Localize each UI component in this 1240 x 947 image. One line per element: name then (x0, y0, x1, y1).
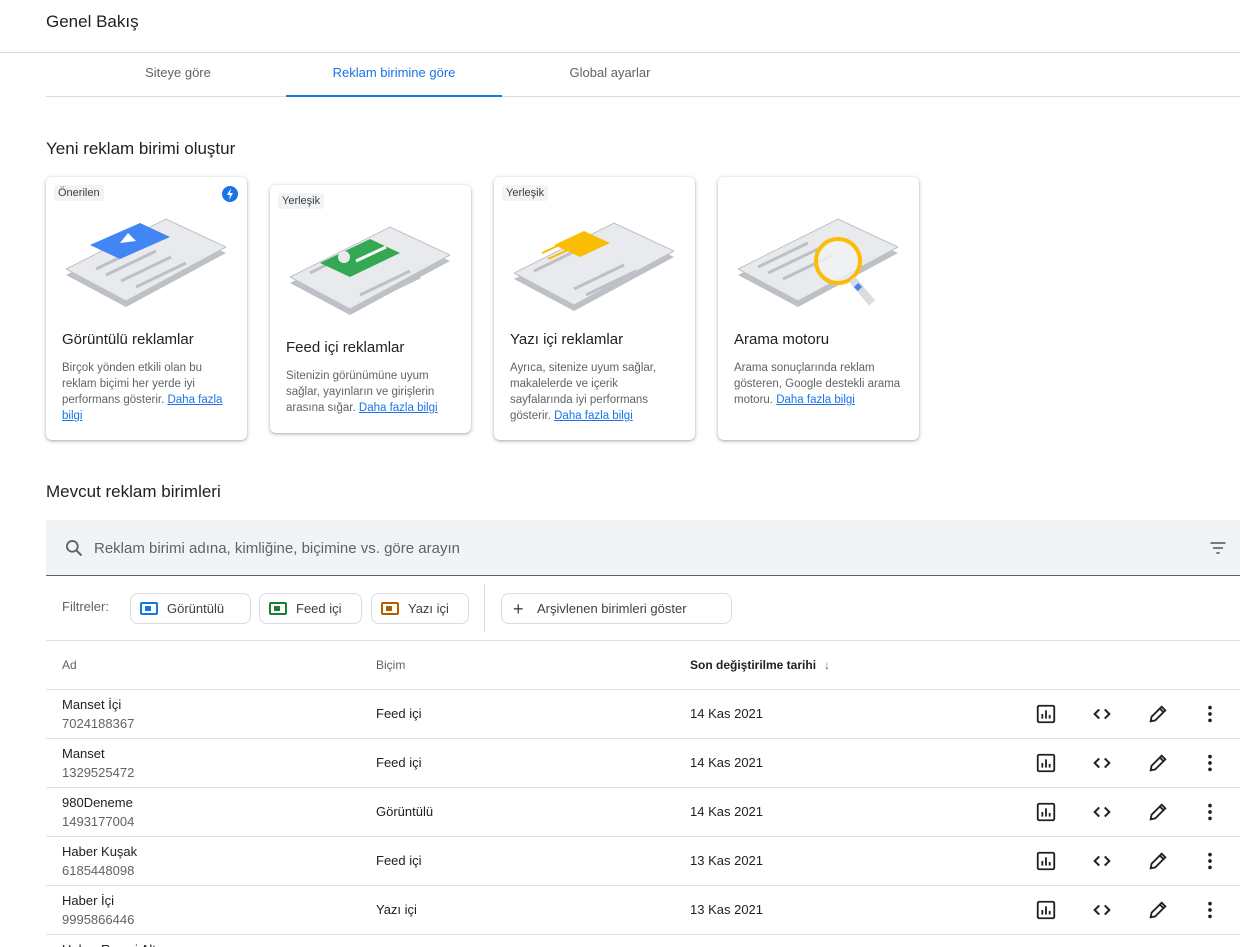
ad-unit-date: 14 Kas 2021 (690, 706, 764, 721)
in-feed-ads-card[interactable]: Yerleşik Feed içi reklamlar Sitenizin gö… (270, 185, 471, 433)
display-ad-illustration-icon (66, 218, 226, 307)
report-icon[interactable] (1035, 899, 1057, 921)
card-description: Sitenizin görünümüne uyum sağlar, yayınl… (286, 370, 438, 414)
edit-icon[interactable] (1147, 801, 1169, 823)
code-icon[interactable] (1091, 703, 1113, 725)
in-feed-format-icon (269, 602, 287, 615)
column-header-date[interactable]: Son değiştirilme tarihi ↓ (690, 658, 830, 672)
filter-chip-in-article[interactable]: Yazı içi (371, 593, 469, 624)
ad-unit-name[interactable]: Haber Kuşak (62, 843, 137, 861)
table-row[interactable]: 980Deneme 1493177004 Görüntülü 14 Kas 2021 (46, 788, 1240, 837)
card-title: Görüntülü reklamlar (62, 331, 194, 348)
ad-unit-date: 14 Kas 2021 (690, 755, 764, 770)
ad-unit-id: 9995866446 (62, 912, 135, 927)
edit-icon[interactable] (1147, 752, 1169, 774)
in-article-format-icon (381, 602, 399, 615)
show-archived-button[interactable]: + Arşivlenen birimleri göster (501, 593, 732, 624)
table-row[interactable]: Manset 1329525472 Feed içi 14 Kas 2021 (46, 739, 1240, 788)
ad-unit-name[interactable]: Haber İçi (62, 892, 114, 910)
tab-by-ad-unit[interactable]: Reklam birimine göre (286, 53, 502, 97)
ad-unit-name[interactable]: Manset (62, 745, 105, 763)
table-row[interactable]: Manset İçi 7024188367 Feed içi 14 Kas 2021 (46, 690, 1240, 739)
learn-more-link[interactable]: Daha fazla bilgi (776, 394, 855, 406)
report-icon[interactable] (1035, 850, 1057, 872)
ad-unit-name[interactable]: Haber Resmi Altı (62, 941, 160, 947)
tab-by-site[interactable]: Siteye göre (70, 53, 286, 97)
code-icon[interactable] (1091, 752, 1113, 774)
code-icon[interactable] (1091, 850, 1113, 872)
filter-bar: Filtreler: Görüntülü Feed içi Yazı içi +… (46, 576, 1240, 641)
ad-unit-format: Görüntülü (376, 804, 434, 819)
ad-unit-id: 7024188367 (62, 716, 135, 731)
built-in-tag: Yerleşik (502, 185, 549, 201)
table-row[interactable]: Haber İçi 9995866446 Yazı içi 13 Kas 2021 (46, 886, 1240, 935)
more-vert-icon[interactable] (1199, 850, 1221, 872)
in-article-ads-card[interactable]: Yerleşik Yazı içi reklamlar Ayrıca, site… (494, 177, 695, 440)
card-title: Yazı içi reklamlar (510, 331, 624, 348)
in-article-ad-illustration-icon (514, 222, 674, 311)
code-icon[interactable] (1091, 801, 1113, 823)
existing-section-title: Mevcut reklam birimleri (46, 482, 221, 501)
display-ads-card[interactable]: Önerilen Görüntülü reklamlar Birçok yönd… (46, 177, 247, 440)
filter-icon[interactable] (1208, 538, 1228, 558)
arrow-down-icon: ↓ (824, 658, 831, 672)
tab-bar: Siteye göre Reklam birimine göre Global … (46, 53, 1240, 97)
recommended-tag: Önerilen (54, 185, 104, 201)
report-icon[interactable] (1035, 703, 1057, 725)
more-vert-icon[interactable] (1199, 703, 1221, 725)
table-header: Ad Biçim Son değiştirilme tarihi ↓ (46, 641, 1240, 690)
more-vert-icon[interactable] (1199, 899, 1221, 921)
divider (484, 584, 485, 632)
ad-unit-name[interactable]: Manset İçi (62, 696, 121, 714)
ad-unit-name[interactable]: 980Deneme (62, 794, 133, 812)
search-input[interactable] (94, 534, 1094, 562)
filter-chip-display[interactable]: Görüntülü (130, 593, 251, 624)
ad-unit-id: 1493177004 (62, 814, 135, 829)
table-row[interactable]: Haber Kuşak 6185448098 Feed içi 13 Kas 2021 (46, 837, 1240, 886)
ad-unit-date: 13 Kas 2021 (690, 853, 764, 868)
in-feed-ad-illustration-icon (290, 226, 450, 315)
edit-icon[interactable] (1147, 703, 1169, 725)
plus-icon: + (513, 599, 524, 619)
table-row[interactable]: Haber Resmi Altı (46, 935, 1240, 947)
ad-unit-id: 1329525472 (62, 765, 135, 780)
filters-label: Filtreler: (62, 599, 109, 614)
learn-more-link[interactable]: Daha fazla bilgi (554, 410, 633, 422)
ad-unit-id: 6185448098 (62, 863, 135, 878)
more-vert-icon[interactable] (1199, 801, 1221, 823)
ad-unit-format: Feed içi (376, 706, 422, 721)
ad-unit-date: 13 Kas 2021 (690, 902, 764, 917)
search-bar (46, 520, 1240, 576)
card-title: Arama motoru (734, 331, 830, 348)
edit-icon[interactable] (1147, 850, 1169, 872)
ad-unit-format: Feed içi (376, 853, 422, 868)
tab-global-settings[interactable]: Global ayarlar (502, 53, 718, 97)
more-vert-icon[interactable] (1199, 752, 1221, 774)
report-icon[interactable] (1035, 752, 1057, 774)
search-icon (66, 540, 83, 557)
bolt-icon (222, 186, 238, 202)
learn-more-link[interactable]: Daha fazla bilgi (359, 402, 438, 414)
built-in-tag: Yerleşik (278, 193, 325, 209)
code-icon[interactable] (1091, 899, 1113, 921)
search-engine-card[interactable]: Arama motoru Arama sonuçlarında reklam g… (718, 177, 919, 440)
display-format-icon (140, 602, 158, 615)
create-section-title: Yeni reklam birimi oluştur (46, 139, 236, 158)
magnifier-illustration-icon (738, 218, 898, 307)
top-bar: Genel Bakış (0, 0, 1240, 53)
ad-unit-format: Yazı içi (376, 902, 417, 917)
card-description: Ayrıca, sitenize uyum sağlar, makalelerd… (510, 362, 657, 422)
ad-unit-date: 14 Kas 2021 (690, 804, 764, 819)
ad-unit-format: Feed içi (376, 755, 422, 770)
filter-chip-in-feed[interactable]: Feed içi (259, 593, 362, 624)
column-header-format[interactable]: Biçim (376, 658, 405, 672)
page-title: Genel Bakış (46, 12, 139, 31)
edit-icon[interactable] (1147, 899, 1169, 921)
column-header-name[interactable]: Ad (62, 658, 77, 672)
card-description: Birçok yönden etkili olan bu reklam biçi… (62, 362, 223, 422)
report-icon[interactable] (1035, 801, 1057, 823)
card-description: Arama sonuçlarında reklam gösteren, Goog… (734, 362, 901, 406)
card-title: Feed içi reklamlar (286, 339, 405, 356)
